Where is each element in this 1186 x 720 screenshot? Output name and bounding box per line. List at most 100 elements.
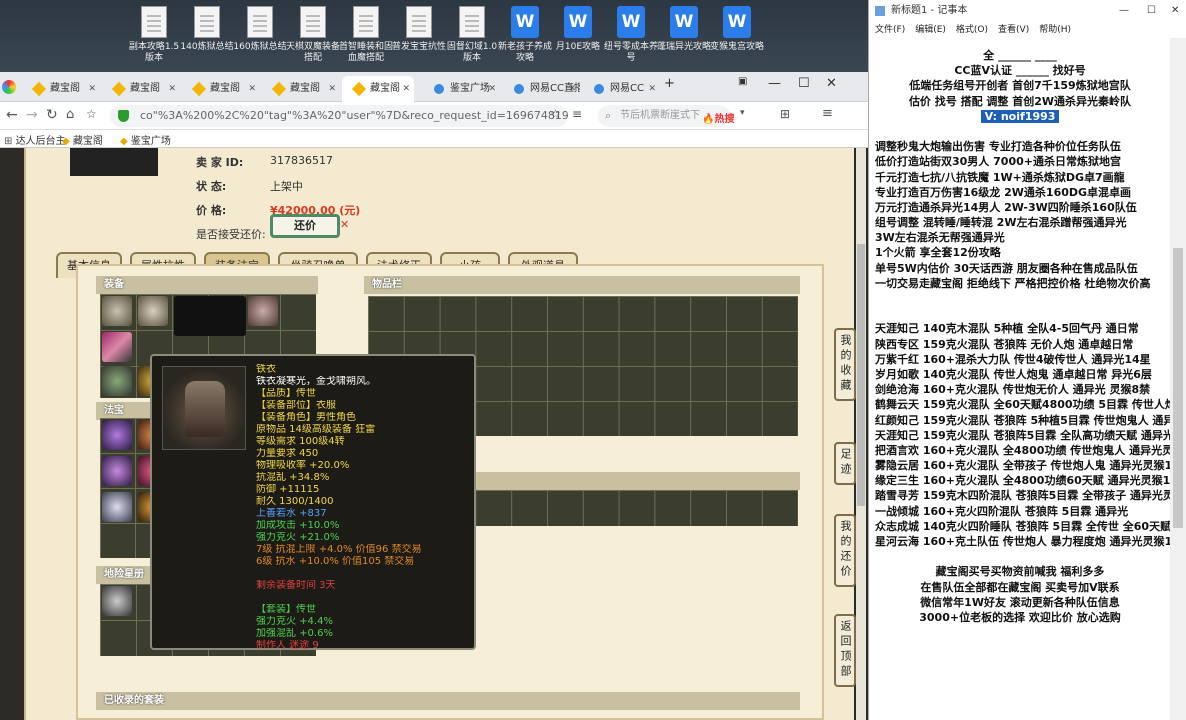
browser-tab[interactable]: 藏宝阁 ✕ [22,76,100,102]
equip-slot-hat[interactable] [138,296,168,326]
browser-tab[interactable]: 鉴宝广场 ✕ [422,76,500,102]
tab-close-icon[interactable]: ✕ [402,76,410,102]
notepad-menu-item[interactable]: 编辑(E) [915,25,946,35]
tab-close-icon[interactable]: ✕ [568,76,576,102]
bookmark-item[interactable]: ⊞ 达人后台主 [4,132,66,147]
desktop-icon[interactable]: 天棋双魔装备搭配 [285,6,341,64]
dixian-slot-1[interactable] [102,586,132,616]
tab-close-icon[interactable]: ✕ [648,76,656,102]
browser-tab[interactable]: 藏宝阁 ✕ [182,76,260,102]
tooltip-line: 加成攻击 +10.0% [256,520,340,531]
browser-tab[interactable]: 藏宝阁 ✕ [262,76,340,102]
browser-tab[interactable]: 网易CC ✕ [582,76,660,102]
notepad-menu-item[interactable]: 查看(V) [998,25,1029,35]
browser-tab[interactable]: 藏宝阁 ✕ [342,76,414,102]
page-scrollbar[interactable] [856,148,866,720]
equip-slot-ring[interactable] [248,296,278,326]
notepad-menu-item[interactable]: 文件(F) [875,25,905,35]
notepad-line: 众志成城 140克火四阶睡队 苍狼阵 5目霖 全传世 全60天赋 [875,519,1172,533]
reload-icon[interactable]: ↻ [46,107,58,123]
tab-close-icon[interactable]: ✕ [328,76,336,102]
desktop-icon[interactable]: 140炼狱总结 [179,6,235,53]
text-document-icon [300,6,326,38]
desktop-icon-label: 变猴鬼宫攻略 [709,42,764,52]
extension-icon[interactable]: ≡ [572,107,582,121]
desktop-icon-label: 160炼狱总结 [233,42,287,52]
notepad-scroll-thumb[interactable] [1173,248,1183,528]
np-minimize-icon[interactable]: — [1119,0,1129,22]
np-maximize-icon[interactable]: ☐ [1147,0,1156,22]
tooltip-line: 铁衣 [256,364,276,375]
close-icon[interactable]: ✕ [826,76,837,91]
notepad-line: 万紫千红 160+混杀大力队 传世4破传世人 通异光14星 [875,352,1151,366]
np-close-icon[interactable]: ✕ [1171,0,1179,22]
desktop-icon-label: 纽号零成本养号 [603,42,658,63]
bookmark-star-icon[interactable]: ☆ [550,107,561,121]
secure-shield-icon [118,110,129,122]
tab-close-icon[interactable]: ✕ [88,76,96,102]
menu-icon[interactable]: ▣ [738,76,747,87]
desktop-icon[interactable]: W 蓬瑞异光攻略 [656,6,712,53]
desktop-icon[interactable]: 普发宝宝抗性 [391,6,447,53]
desktop-icon[interactable]: W 变猴鬼宫攻略 [709,6,765,53]
desktop-icon-label: 副本攻略1.5版本 [128,42,180,63]
close-x-icon[interactable]: ✕ [340,218,349,231]
item-tooltip: 铁衣 铁衣凝寒光，金戈啸朔风。 【品质】传世 【装备部位】衣服 【装备角色】男性角色 原物… [150,354,476,651]
equip-slot-helmet[interactable] [102,296,132,326]
url-input[interactable]: co"%3A%200%2C%20"tag"%3A%20"user"%7D&rec… [110,105,568,127]
fabao-slot-5[interactable] [102,492,132,522]
side-button[interactable]: 返回顶部 [834,614,856,687]
new-tab-button[interactable]: + [664,76,675,91]
desktop-icon[interactable]: 160炼狱总结 [232,6,288,53]
fabao-slot-1[interactable] [102,420,132,450]
desktop-icon[interactable]: 首智睡装和固血魔搭配 [338,6,394,64]
desktop-icon[interactable]: 固督幻域1.0版本 [444,6,500,64]
extensions-grid-icon[interactable]: ⊞ [780,107,790,121]
globe-icon [434,84,444,94]
fabao-slot-3[interactable] [102,456,132,486]
armor-portrait [162,366,246,450]
equip-slot-boots[interactable] [102,366,132,396]
equip-slot-armor[interactable] [174,296,246,336]
bookmark-item[interactable]: ◆ 藏宝阁 [62,132,103,147]
notepad-line: 一切交易走藏宝阁 拒绝线下 严格把控价格 杜绝物次价高 [875,276,1151,290]
side-button[interactable]: 我的还价 [834,514,856,587]
minimize-icon[interactable]: — [768,76,781,91]
hot-badge[interactable]: 🔥热搜 [702,110,734,125]
notepad-scrollbar[interactable] [1170,38,1186,720]
desktop-icon[interactable]: 副本攻略1.5版本 [126,6,182,64]
text-document-icon [247,6,273,38]
side-button[interactable]: 我的收藏 [834,328,856,401]
notepad-menu-item[interactable]: 格式(O) [956,25,988,35]
treasure-icon: ◆ [120,136,131,147]
tab-close-icon[interactable]: ✕ [488,76,496,102]
desktop-icon-label: 普发宝宝抗性 [391,42,446,52]
tab-close-icon[interactable]: ✕ [248,76,256,102]
side-button[interactable]: 足迹 [834,442,856,485]
star-outline-icon[interactable]: ☆ [86,107,97,121]
settings-menu-icon[interactable]: ≡ [822,106,833,121]
equip-slot-weapon[interactable] [102,332,132,362]
bookmark-item[interactable]: ◆ 鉴宝广场 [120,132,171,147]
counter-offer-button[interactable]: 还价 [270,214,340,238]
forward-icon[interactable]: → [26,107,38,123]
desktop-icon[interactable]: W 纽号零成本养号 [603,6,659,64]
dropdown-icon[interactable]: ▾ [740,108,745,118]
browser-tab[interactable]: 藏宝阁 ✕ [102,76,180,102]
back-icon[interactable]: ← [6,107,18,123]
home-icon[interactable]: ⌂ [66,107,74,122]
tab-title: 藏宝阁 [50,83,80,94]
desktop-icon[interactable]: W 新老孩子养成攻略 [497,6,553,64]
treasure-icon [31,81,47,97]
maximize-icon[interactable]: ☐ [798,76,810,91]
tooltip-line: 【装备部位】衣服 [256,400,336,411]
tooltip-line: 抗混乱 +34.8% [256,472,330,483]
wps-document-icon: W [511,6,539,38]
notepad-menu-item[interactable]: 帮助(H) [1039,25,1071,35]
notepad-title: 新标题1 - 记事本 [891,5,968,16]
desktop-icon[interactable]: W 月10E攻略 [550,6,606,53]
scroll-thumb[interactable] [857,244,865,506]
tab-close-icon[interactable]: ✕ [168,76,176,102]
browser-tab[interactable]: 网易CC直播 ✕ [502,76,580,102]
notepad-text-area[interactable]: 全 ______ ____ CC蓝V认证 ______ 找好号 低端任务组号开创者 … [869,38,1186,720]
